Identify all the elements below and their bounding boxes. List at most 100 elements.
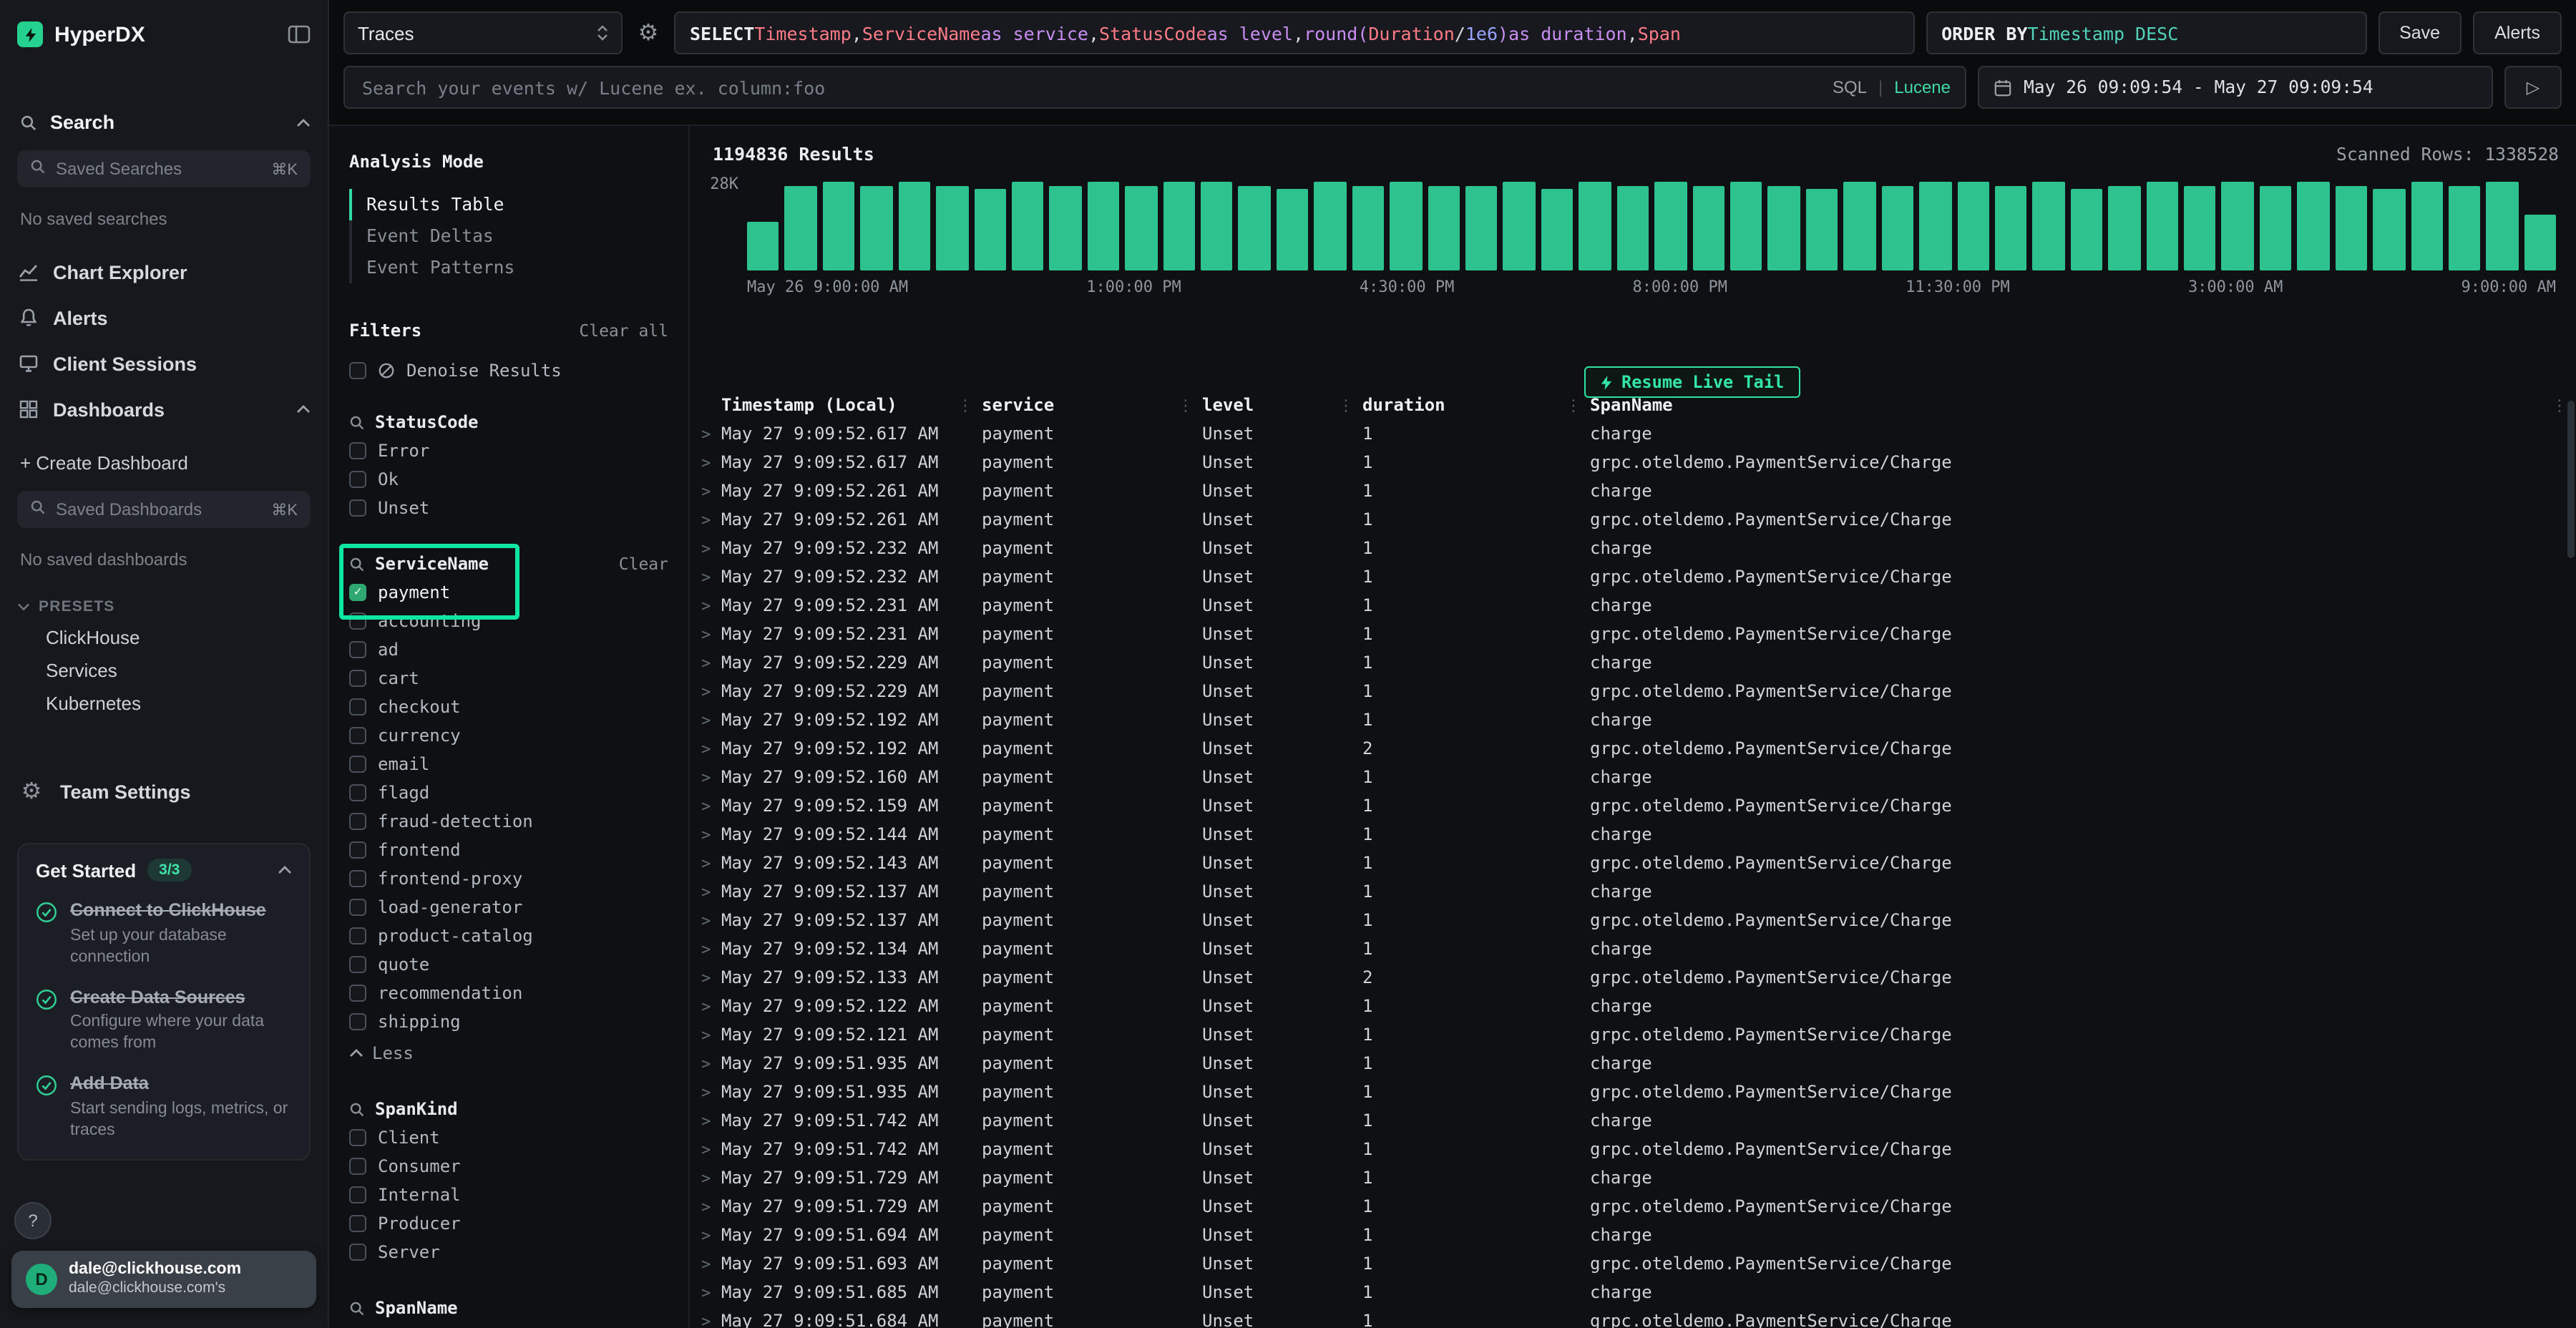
histogram-bar[interactable] <box>2033 182 2065 270</box>
histogram-bar[interactable] <box>1314 182 1347 270</box>
facet-option-load-generator[interactable]: load-generator <box>349 893 668 922</box>
facet-option-currency[interactable]: currency <box>349 721 668 750</box>
column-header-timestamp-local[interactable]: Timestamp (Local)⋮ <box>721 395 982 415</box>
row-expand-chevron[interactable]: > <box>701 1168 721 1187</box>
column-header-duration[interactable]: duration⋮ <box>1362 395 1590 415</box>
table-row[interactable]: >May 27 9:09:52.122 AMpaymentUnset1charg… <box>701 992 2576 1020</box>
clear-all-filters-button[interactable]: Clear all <box>579 321 668 341</box>
sidebar-collapse-icon[interactable] <box>288 24 311 44</box>
table-row[interactable]: >May 27 9:09:52.261 AMpaymentUnset1grpc.… <box>701 505 2576 534</box>
column-menu-icon[interactable]: ⋮ <box>1566 396 1581 414</box>
row-expand-chevron[interactable]: > <box>701 1226 721 1244</box>
saved-searches-input[interactable]: Saved Searches ⌘K <box>17 150 311 187</box>
row-expand-chevron[interactable]: > <box>701 796 721 815</box>
checkbox[interactable] <box>349 927 366 944</box>
sidebar-section-search[interactable]: Search <box>17 112 311 133</box>
histogram-bar[interactable] <box>1277 189 1309 270</box>
analysis-mode-event-deltas[interactable]: Event Deltas <box>349 220 668 252</box>
facet-option-product-catalog[interactable]: product-catalog <box>349 922 668 950</box>
histogram-bar[interactable] <box>1692 185 1724 270</box>
row-expand-chevron[interactable]: > <box>701 596 721 615</box>
row-expand-chevron[interactable]: > <box>701 482 721 500</box>
histogram-bar[interactable] <box>1541 189 1574 270</box>
checkbox[interactable] <box>349 870 366 887</box>
row-expand-chevron[interactable]: > <box>701 1083 721 1101</box>
preset-item-clickhouse[interactable]: ClickHouse <box>46 627 311 660</box>
histogram-bar[interactable] <box>1465 185 1498 270</box>
histogram-bar[interactable] <box>2071 189 2103 270</box>
sidebar-item-client-sessions[interactable]: Client Sessions <box>17 341 311 386</box>
facet-option-error[interactable]: Error <box>349 436 668 465</box>
checkbox[interactable] <box>349 1244 366 1261</box>
table-row[interactable]: >May 27 9:09:52.137 AMpaymentUnset1charg… <box>701 877 2576 906</box>
facet-option-fraud-detection[interactable]: fraud-detection <box>349 807 668 836</box>
facet-option-quote[interactable]: quote <box>349 950 668 979</box>
histogram-bar[interactable] <box>2335 185 2367 270</box>
row-expand-chevron[interactable]: > <box>701 424 721 443</box>
table-row[interactable]: >May 27 9:09:52.231 AMpaymentUnset1grpc.… <box>701 620 2576 648</box>
denoise-results-option[interactable]: Denoise Results <box>349 361 668 381</box>
facet-option-checkout[interactable]: checkout <box>349 693 668 721</box>
histogram-bar[interactable] <box>1428 185 1460 270</box>
team-settings-link[interactable]: ⚙ Team Settings <box>17 777 311 806</box>
facet-clear-button[interactable]: Clear <box>619 554 668 574</box>
table-row[interactable]: >May 27 9:09:51.935 AMpaymentUnset1charg… <box>701 1049 2576 1078</box>
row-expand-chevron[interactable]: > <box>701 911 721 929</box>
checkbox[interactable]: ✓ <box>349 584 366 601</box>
table-row[interactable]: >May 27 9:09:52.232 AMpaymentUnset1grpc.… <box>701 562 2576 591</box>
histogram-bar[interactable] <box>2524 215 2557 270</box>
checkbox[interactable] <box>349 1186 366 1204</box>
get-started-header[interactable]: Get Started 3/3 <box>36 859 292 882</box>
histogram-bar[interactable] <box>1239 185 1271 270</box>
facet-option-client[interactable]: Client <box>349 1123 668 1152</box>
table-row[interactable]: >May 27 9:09:52.137 AMpaymentUnset1grpc.… <box>701 906 2576 934</box>
facet-option-frontend[interactable]: frontend <box>349 836 668 864</box>
table-row[interactable]: >May 27 9:09:52.143 AMpaymentUnset1grpc.… <box>701 849 2576 877</box>
histogram-bar[interactable] <box>1919 182 1951 270</box>
table-row[interactable]: >May 27 9:09:51.729 AMpaymentUnset1grpc.… <box>701 1192 2576 1221</box>
row-expand-chevron[interactable]: > <box>701 768 721 786</box>
table-row[interactable]: >May 27 9:09:51.685 AMpaymentUnset1charg… <box>701 1278 2576 1307</box>
row-expand-chevron[interactable]: > <box>701 510 721 529</box>
row-expand-chevron[interactable]: > <box>701 1197 721 1216</box>
histogram-bar[interactable] <box>1163 182 1195 270</box>
table-row[interactable]: >May 27 9:09:52.121 AMpaymentUnset1grpc.… <box>701 1020 2576 1049</box>
row-expand-chevron[interactable]: > <box>701 1054 721 1073</box>
histogram-bar[interactable] <box>1352 185 1385 270</box>
get-started-item-add-data[interactable]: Add DataStart sending logs, metrics, or … <box>36 1073 292 1141</box>
run-query-button[interactable]: ▷ <box>2504 66 2562 109</box>
row-expand-chevron[interactable]: > <box>701 882 721 901</box>
histogram-bar[interactable] <box>1390 182 1422 270</box>
table-row[interactable]: >May 27 9:09:51.729 AMpaymentUnset1charg… <box>701 1163 2576 1192</box>
row-expand-chevron[interactable]: > <box>701 653 721 672</box>
table-row[interactable]: >May 27 9:09:52.133 AMpaymentUnset2grpc.… <box>701 963 2576 992</box>
histogram-bar[interactable] <box>974 189 1006 270</box>
table-row[interactable]: >May 27 9:09:52.229 AMpaymentUnset1charg… <box>701 648 2576 677</box>
help-button[interactable]: ? <box>14 1202 52 1239</box>
presets-header[interactable]: PRESETS <box>17 598 311 615</box>
facet-option-cart[interactable]: cart <box>349 664 668 693</box>
table-row[interactable]: >May 27 9:09:52.232 AMpaymentUnset1charg… <box>701 534 2576 562</box>
facet-option-unset[interactable]: Unset <box>349 494 668 522</box>
table-row[interactable]: >May 27 9:09:52.231 AMpaymentUnset1charg… <box>701 591 2576 620</box>
histogram-bar[interactable] <box>1088 182 1120 270</box>
row-expand-chevron[interactable]: > <box>701 968 721 987</box>
facet-option-server[interactable]: Server <box>349 1238 668 1266</box>
histogram-bar[interactable] <box>1579 182 1611 270</box>
row-expand-chevron[interactable]: > <box>701 539 721 557</box>
checkbox[interactable] <box>349 956 366 973</box>
histogram-bar[interactable] <box>2184 185 2216 270</box>
sidebar-item-dashboards[interactable]: Dashboards <box>17 386 311 432</box>
preset-item-kubernetes[interactable]: Kubernetes <box>46 693 311 726</box>
row-expand-chevron[interactable]: > <box>701 1283 721 1302</box>
column-menu-icon[interactable]: ⋮ <box>1338 396 1354 414</box>
table-row[interactable]: >May 27 9:09:52.261 AMpaymentUnset1charg… <box>701 477 2576 505</box>
facet-option-accounting[interactable]: accounting <box>349 607 668 635</box>
table-row[interactable]: >May 27 9:09:52.144 AMpaymentUnset1charg… <box>701 820 2576 849</box>
histogram-bar[interactable] <box>2449 185 2481 270</box>
checkbox[interactable] <box>349 1013 366 1030</box>
table-row[interactable]: >May 27 9:09:52.192 AMpaymentUnset2grpc.… <box>701 734 2576 763</box>
histogram-bar[interactable] <box>1012 182 1044 270</box>
checkbox[interactable] <box>349 670 366 687</box>
sql-select-editor[interactable]: SELECT Timestamp, ServiceName as service… <box>674 11 1914 54</box>
